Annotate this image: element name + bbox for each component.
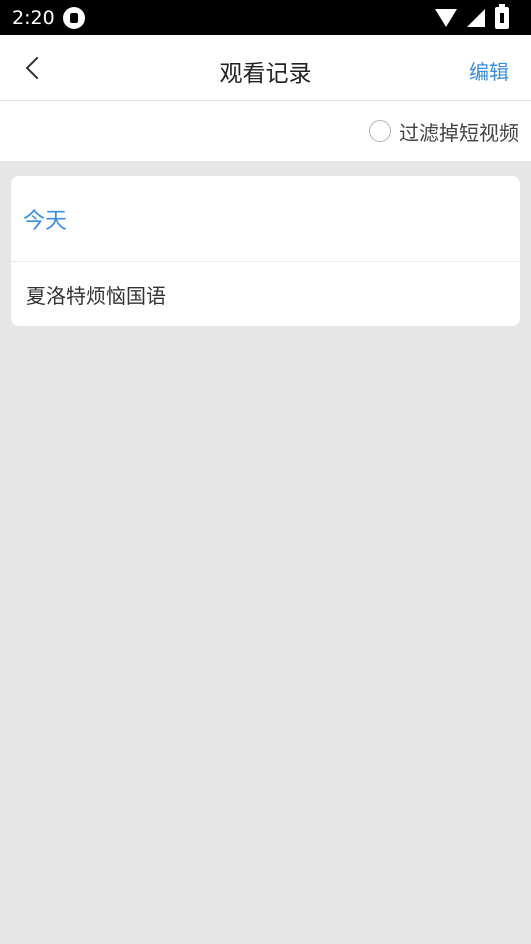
status-right — [435, 3, 509, 29]
app-bar: 观看记录 编辑 — [0, 35, 531, 101]
edit-button[interactable]: 编辑 — [469, 56, 509, 85]
history-item[interactable]: 夏洛特烦恼国语 — [11, 262, 520, 326]
filter-short-video-radio[interactable] — [369, 120, 391, 142]
status-bar: 2:20 — [0, 0, 531, 35]
status-time: 2:20 — [12, 6, 55, 29]
history-card: 今天 夏洛特烦恼国语 — [11, 176, 520, 326]
signal-icon — [467, 8, 485, 27]
filter-bar: 过滤掉短视频 — [0, 101, 531, 161]
filter-short-video-label[interactable]: 过滤掉短视频 — [399, 117, 519, 146]
section-header-today: 今天 — [11, 176, 520, 262]
battery-icon — [495, 3, 509, 29]
page-title: 观看记录 — [219, 61, 312, 87]
status-left: 2:20 — [12, 6, 85, 29]
notification-icon — [62, 6, 85, 29]
wifi-icon — [435, 8, 457, 27]
